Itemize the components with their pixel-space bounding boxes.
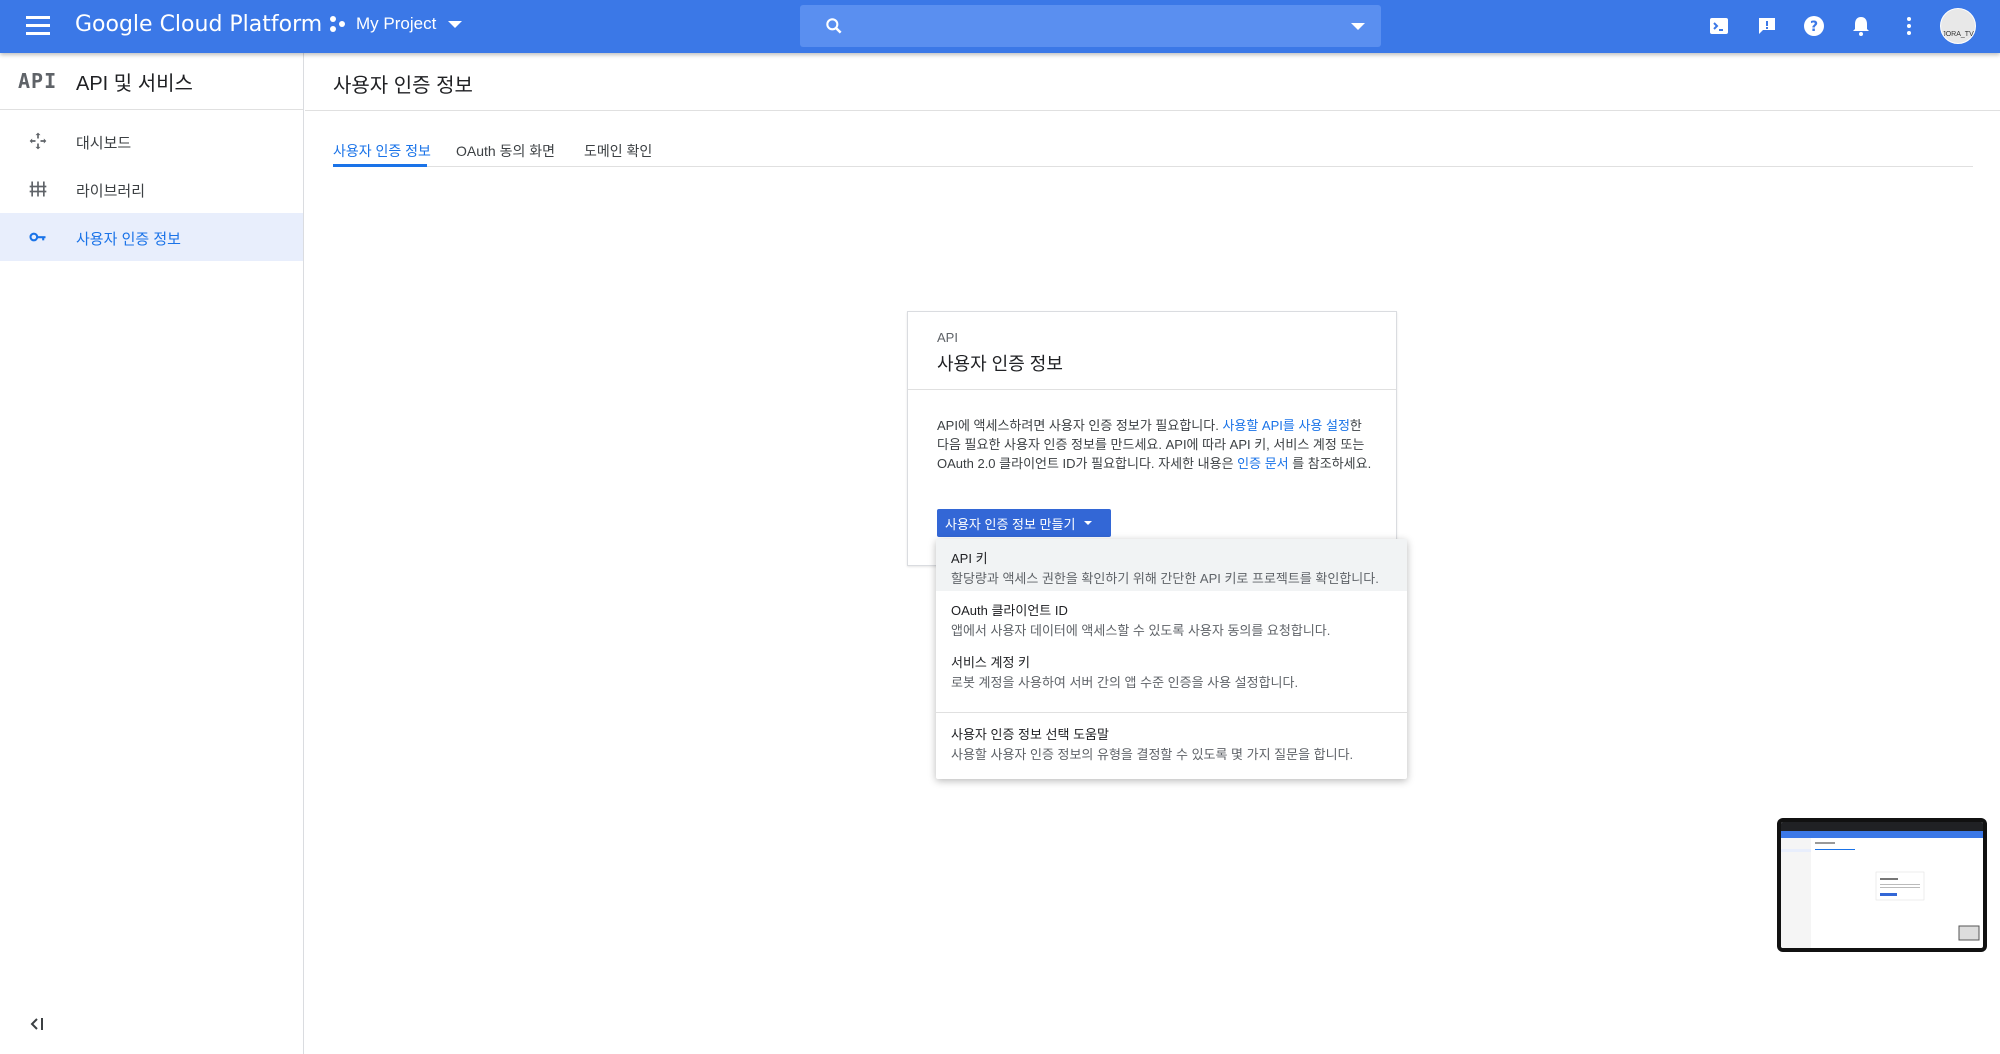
card-description: API에 액세스하려면 사용자 인증 정보가 필요합니다. 사용할 API를 사… bbox=[937, 416, 1373, 473]
create-credentials-label: 사용자 인증 정보 만들기 bbox=[945, 516, 1076, 532]
create-credentials-menu: API 키 할당량과 액세스 권한을 확인하기 위해 간단한 API 키로 프로… bbox=[936, 539, 1407, 779]
menu-item-title: API 키 bbox=[951, 551, 988, 566]
create-credentials-button[interactable]: 사용자 인증 정보 만들기 bbox=[937, 509, 1111, 537]
sidebar: API API 및 서비스 대시보드 라이브러리 사용자 인증 정보 bbox=[0, 53, 304, 1054]
menu-item-service-account[interactable]: 서비스 계정 키 로봇 계정을 사용하여 서버 간의 앱 수준 인증을 사용 설… bbox=[936, 643, 1407, 695]
project-icon bbox=[330, 16, 346, 32]
description-text: API에 액세스하려면 사용자 인증 정보가 필요합니다. bbox=[937, 418, 1223, 433]
library-icon bbox=[29, 181, 47, 197]
tab-credentials[interactable]: 사용자 인증 정보 bbox=[333, 141, 431, 161]
auth-docs-link[interactable]: 인증 문서 bbox=[1237, 456, 1288, 471]
sidebar-title: API 및 서비스 bbox=[76, 72, 193, 95]
enable-apis-link[interactable]: 사용할 API를 사용 설정 bbox=[1222, 418, 1349, 433]
menu-item-desc: 사용할 사용자 인증 정보의 유형을 결정할 수 있도록 몇 가지 질문을 합니… bbox=[951, 747, 1354, 762]
more-vert-icon[interactable] bbox=[1897, 14, 1921, 38]
sidebar-item-credentials[interactable]: 사용자 인증 정보 bbox=[0, 213, 303, 261]
main-content: 사용자 인증 정보 사용자 인증 정보 OAuth 동의 화면 도메인 확인 A… bbox=[305, 53, 2000, 1054]
card-kicker: API bbox=[937, 330, 958, 345]
search-input[interactable] bbox=[860, 13, 1320, 39]
tab-domain-verification[interactable]: 도메인 확인 bbox=[584, 141, 652, 161]
page-title: 사용자 인증 정보 bbox=[333, 75, 473, 97]
sidebar-item-label: 대시보드 bbox=[76, 135, 132, 152]
active-tab-indicator bbox=[333, 164, 427, 167]
menu-divider bbox=[936, 712, 1407, 713]
feedback-icon[interactable] bbox=[1755, 14, 1779, 38]
sidebar-item-label: 라이브러리 bbox=[76, 183, 146, 200]
brand-title[interactable]: Google Cloud Platform bbox=[75, 12, 322, 37]
sidebar-item-dashboard[interactable]: 대시보드 bbox=[0, 117, 303, 165]
account-avatar[interactable]: JORA_TV bbox=[1940, 8, 1976, 44]
menu-item-desc: 로봇 계정을 사용하여 서버 간의 앱 수준 인증을 사용 설정합니다. bbox=[951, 675, 1299, 690]
tab-oauth-consent[interactable]: OAuth 동의 화면 bbox=[456, 141, 555, 161]
project-name: My Project bbox=[356, 14, 437, 33]
search-bar[interactable] bbox=[800, 5, 1381, 47]
screen-preview-thumbnail[interactable] bbox=[1777, 818, 1987, 952]
api-logo: API bbox=[18, 69, 58, 93]
collapse-sidebar-icon[interactable] bbox=[28, 1015, 48, 1033]
menu-item-title: 서비스 계정 키 bbox=[951, 655, 1030, 670]
search-dropdown-icon[interactable] bbox=[1351, 23, 1365, 30]
cloud-shell-icon[interactable] bbox=[1707, 14, 1731, 38]
svg-text:?: ? bbox=[1810, 19, 1818, 35]
credentials-card: API 사용자 인증 정보 API에 액세스하려면 사용자 인증 정보가 필요합… bbox=[907, 311, 1397, 566]
sidebar-header: API API 및 서비스 bbox=[0, 53, 303, 110]
top-app-bar: Google Cloud Platform My Project ? JORA_… bbox=[0, 0, 2000, 53]
project-selector[interactable]: My Project bbox=[330, 14, 463, 34]
key-icon bbox=[29, 232, 46, 242]
menu-icon[interactable] bbox=[26, 16, 50, 36]
chevron-down-icon bbox=[1084, 521, 1093, 525]
menu-item-title: 사용자 인증 정보 선택 도움말 bbox=[951, 727, 1109, 742]
notifications-icon[interactable] bbox=[1849, 14, 1873, 38]
sidebar-item-library[interactable]: 라이브러리 bbox=[0, 165, 303, 213]
menu-item-title: OAuth 클라이언트 ID bbox=[951, 603, 1068, 618]
tab-bar: 사용자 인증 정보 OAuth 동의 화면 도메인 확인 bbox=[333, 129, 1973, 167]
card-title: 사용자 인증 정보 bbox=[937, 354, 1063, 374]
sidebar-item-label: 사용자 인증 정보 bbox=[76, 231, 181, 248]
card-header: API 사용자 인증 정보 bbox=[908, 312, 1396, 390]
chevron-down-icon bbox=[448, 20, 463, 28]
page-header: 사용자 인증 정보 bbox=[305, 53, 2000, 111]
description-text: 를 참조하세요. bbox=[1288, 456, 1372, 471]
preview-image bbox=[1781, 822, 1983, 948]
menu-item-desc: 앱에서 사용자 데이터에 액세스할 수 있도록 사용자 동의를 요청합니다. bbox=[951, 623, 1331, 638]
menu-item-oauth-client[interactable]: OAuth 클라이언트 ID 앱에서 사용자 데이터에 액세스할 수 있도록 사… bbox=[936, 591, 1407, 643]
search-icon bbox=[826, 18, 842, 34]
dashboard-icon bbox=[29, 132, 47, 150]
menu-item-api-key[interactable]: API 키 할당량과 액세스 권한을 확인하기 위해 간단한 API 키로 프로… bbox=[936, 539, 1407, 591]
help-icon[interactable]: ? bbox=[1802, 14, 1826, 38]
preview-screen bbox=[1781, 822, 1983, 948]
menu-item-desc: 할당량과 액세스 권한을 확인하기 위해 간단한 API 키로 프로젝트를 확인… bbox=[951, 571, 1379, 586]
menu-item-help-me-choose[interactable]: 사용자 인증 정보 선택 도움말 사용할 사용자 인증 정보의 유형을 결정할 … bbox=[936, 715, 1407, 767]
